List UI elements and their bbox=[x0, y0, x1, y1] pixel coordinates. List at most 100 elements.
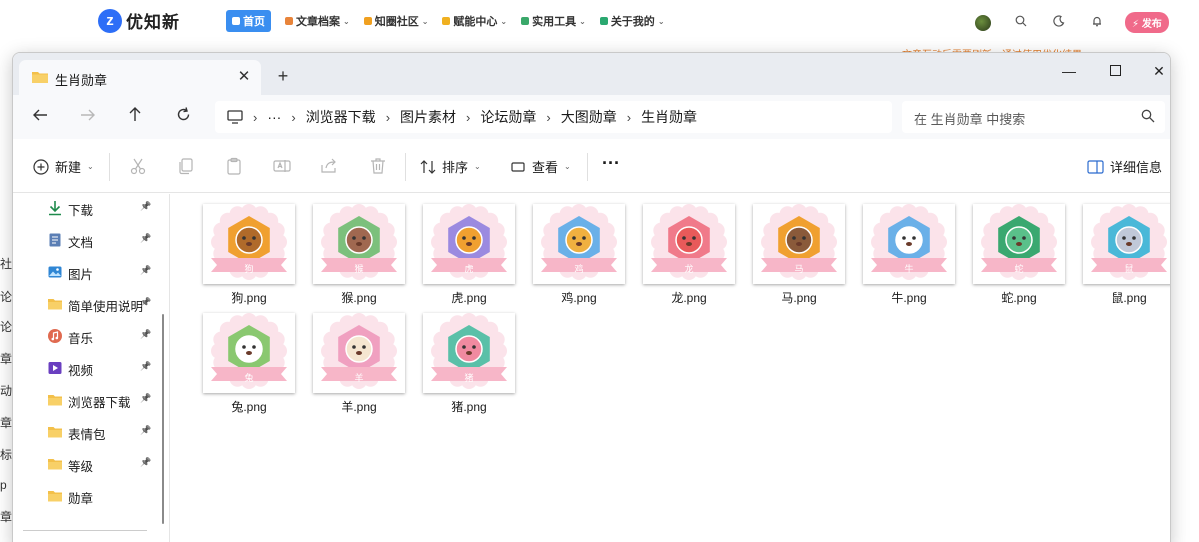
file-item[interactable]: 羊羊.png bbox=[303, 303, 405, 414]
sidebar-item[interactable]: 图片 📌 bbox=[13, 258, 161, 286]
chevron-right-icon: › bbox=[466, 109, 471, 125]
site-nav: 首页 文章档案 ⌄ 知圈社区 ⌄ 赋能中心 ⌄ 实用工具 ⌄ 关于我的 ⌄ bbox=[226, 10, 665, 32]
sidebar-item[interactable]: 文档 📌 bbox=[13, 226, 161, 254]
nav-dot-icon bbox=[232, 17, 240, 25]
sort-button[interactable]: 排序 ⌄ bbox=[420, 157, 481, 176]
sidebar-item[interactable]: 等级 📌 bbox=[13, 450, 161, 478]
moon-icon[interactable] bbox=[1051, 15, 1067, 30]
file-item[interactable]: 兔兔.png bbox=[193, 303, 295, 414]
sidebar-item-label: 视频 bbox=[68, 364, 94, 378]
avatar[interactable] bbox=[975, 14, 991, 31]
site-nav-item[interactable]: 关于我的 ⌄ bbox=[599, 13, 665, 29]
minimize-button[interactable]: — bbox=[1046, 58, 1092, 84]
new-label: 新建 bbox=[55, 160, 82, 175]
sidebar-item[interactable]: 勋章 bbox=[13, 482, 161, 510]
file-name: 牛.png bbox=[891, 291, 927, 305]
more-options-button[interactable]: ··· bbox=[602, 153, 620, 174]
file-item[interactable]: 蛇蛇.png bbox=[963, 194, 1065, 305]
file-item[interactable]: 狗狗.png bbox=[193, 194, 295, 305]
sidebar-item[interactable]: 音乐 📌 bbox=[13, 322, 161, 350]
share-icon[interactable] bbox=[319, 156, 339, 176]
title-bar[interactable]: 生肖勋章 ✕ + — ✕ bbox=[13, 53, 1170, 95]
sidebar-item-label: 勋章 bbox=[68, 492, 94, 506]
file-item[interactable]: 鼠鼠.png bbox=[1073, 194, 1170, 305]
sidebar-item[interactable]: 简单使用说明 📌 bbox=[13, 290, 161, 318]
breadcrumb-item[interactable]: 图片素材 bbox=[400, 107, 456, 127]
new-tab-button[interactable]: + bbox=[271, 64, 295, 88]
breadcrumb-item[interactable]: 生肖勋章 bbox=[641, 107, 697, 127]
site-nav-item[interactable]: 知圈社区 ⌄ bbox=[363, 13, 428, 29]
file-item[interactable]: 龙龙.png bbox=[633, 194, 735, 305]
command-bar: 新建 ⌄ 排序 ⌄ 查看 ⌄ ··· 详细信息 bbox=[13, 139, 1170, 193]
tab-current[interactable]: 生肖勋章 ✕ bbox=[19, 60, 261, 95]
breadcrumb-item[interactable]: 浏览器下载 bbox=[306, 107, 376, 127]
bell-icon[interactable] bbox=[1089, 15, 1105, 30]
publish-button[interactable]: ⚡ 发布 bbox=[1125, 12, 1169, 33]
breadcrumb-item[interactable]: 论坛勋章 bbox=[480, 107, 536, 127]
up-button[interactable] bbox=[120, 104, 150, 130]
file-item[interactable]: 马马.png bbox=[743, 194, 845, 305]
sidebar-item-label: 表情包 bbox=[68, 428, 106, 442]
tab-title: 生肖勋章 bbox=[55, 73, 108, 88]
sidebar-divider bbox=[23, 530, 147, 531]
sidebar-item[interactable]: 视频 📌 bbox=[13, 354, 161, 382]
file-item[interactable]: 鸡鸡.png bbox=[523, 194, 625, 305]
file-item[interactable]: 猪猪.png bbox=[413, 303, 515, 414]
sidebar-item[interactable]: 表情包 📌 bbox=[13, 418, 161, 446]
file-name: 猪.png bbox=[451, 400, 487, 414]
forward-button[interactable] bbox=[73, 104, 103, 130]
plus-circle-icon bbox=[33, 158, 49, 175]
file-explorer-window: 生肖勋章 ✕ + — ✕ › ··· › 浏览器下载 › 图片素材 › 论坛勋章 › 大图勋章… bbox=[12, 52, 1171, 542]
file-item[interactable]: 猴猴.png bbox=[303, 194, 405, 305]
close-window-button[interactable]: ✕ bbox=[1136, 58, 1170, 84]
new-button[interactable]: 新建 ⌄ bbox=[33, 157, 94, 176]
pin-icon: 📌 bbox=[140, 233, 152, 243]
page-side-snippet: 论 bbox=[0, 290, 13, 304]
music-icon bbox=[48, 329, 62, 343]
details-label: 详细信息 bbox=[1110, 160, 1163, 175]
site-nav-item[interactable]: 赋能中心 ⌄ bbox=[442, 13, 507, 29]
nav-dot-icon bbox=[521, 17, 530, 25]
site-nav-label: 实用工具 bbox=[532, 16, 577, 28]
chevron-down-icon: ⌄ bbox=[474, 162, 481, 171]
sidebar-item-label: 等级 bbox=[68, 460, 94, 474]
sidebar-item[interactable]: 浏览器下载 📌 bbox=[13, 386, 161, 414]
search-icon[interactable] bbox=[1013, 15, 1029, 30]
view-button[interactable]: 查看 ⌄ bbox=[510, 157, 571, 176]
file-item[interactable]: 牛牛.png bbox=[853, 194, 955, 305]
site-logo[interactable]: z 优知新 bbox=[98, 8, 180, 33]
site-nav-item[interactable]: 首页 bbox=[226, 10, 271, 32]
delete-icon[interactable] bbox=[368, 156, 388, 176]
paste-icon[interactable] bbox=[224, 156, 244, 176]
file-thumbnail: 牛 bbox=[863, 204, 955, 284]
cut-icon[interactable] bbox=[128, 156, 148, 176]
rename-icon[interactable] bbox=[272, 156, 292, 176]
pictures-icon bbox=[48, 266, 62, 278]
breadcrumb-more[interactable]: ··· bbox=[267, 109, 281, 125]
copy-icon[interactable] bbox=[176, 156, 196, 176]
back-button[interactable] bbox=[25, 104, 55, 130]
refresh-button[interactable] bbox=[168, 104, 198, 130]
sidebar-item-label: 音乐 bbox=[68, 332, 94, 346]
badge-label: 虎 bbox=[464, 264, 474, 274]
nav-dot-icon bbox=[599, 17, 608, 25]
video-icon bbox=[48, 362, 62, 374]
site-nav-item[interactable]: 实用工具 ⌄ bbox=[521, 13, 586, 29]
sidebar-scrollbar[interactable] bbox=[162, 314, 164, 524]
details-button[interactable]: 详细信息 bbox=[1087, 157, 1162, 176]
maximize-button[interactable] bbox=[1092, 58, 1138, 84]
file-thumbnail: 马 bbox=[753, 204, 845, 284]
search-input[interactable]: 在 生肖勋章 中搜索 bbox=[902, 101, 1165, 133]
chevron-right-icon: › bbox=[546, 109, 551, 125]
document-icon bbox=[49, 233, 61, 247]
address-bar[interactable]: › ··· › 浏览器下载 › 图片素材 › 论坛勋章 › 大图勋章 › 生肖勋章 bbox=[215, 101, 892, 133]
badge-label: 狗 bbox=[244, 264, 254, 274]
file-thumbnail: 狗 bbox=[203, 204, 295, 284]
badge-label: 蛇 bbox=[1014, 264, 1024, 274]
sort-icon bbox=[420, 159, 436, 174]
sidebar-item[interactable]: 下载 📌 bbox=[13, 194, 161, 222]
file-item[interactable]: 虎虎.png bbox=[413, 194, 515, 305]
close-tab-icon[interactable]: ✕ bbox=[233, 66, 255, 88]
site-nav-item[interactable]: 文章档案 ⌄ bbox=[285, 13, 350, 29]
breadcrumb-item[interactable]: 大图勋章 bbox=[561, 107, 617, 127]
